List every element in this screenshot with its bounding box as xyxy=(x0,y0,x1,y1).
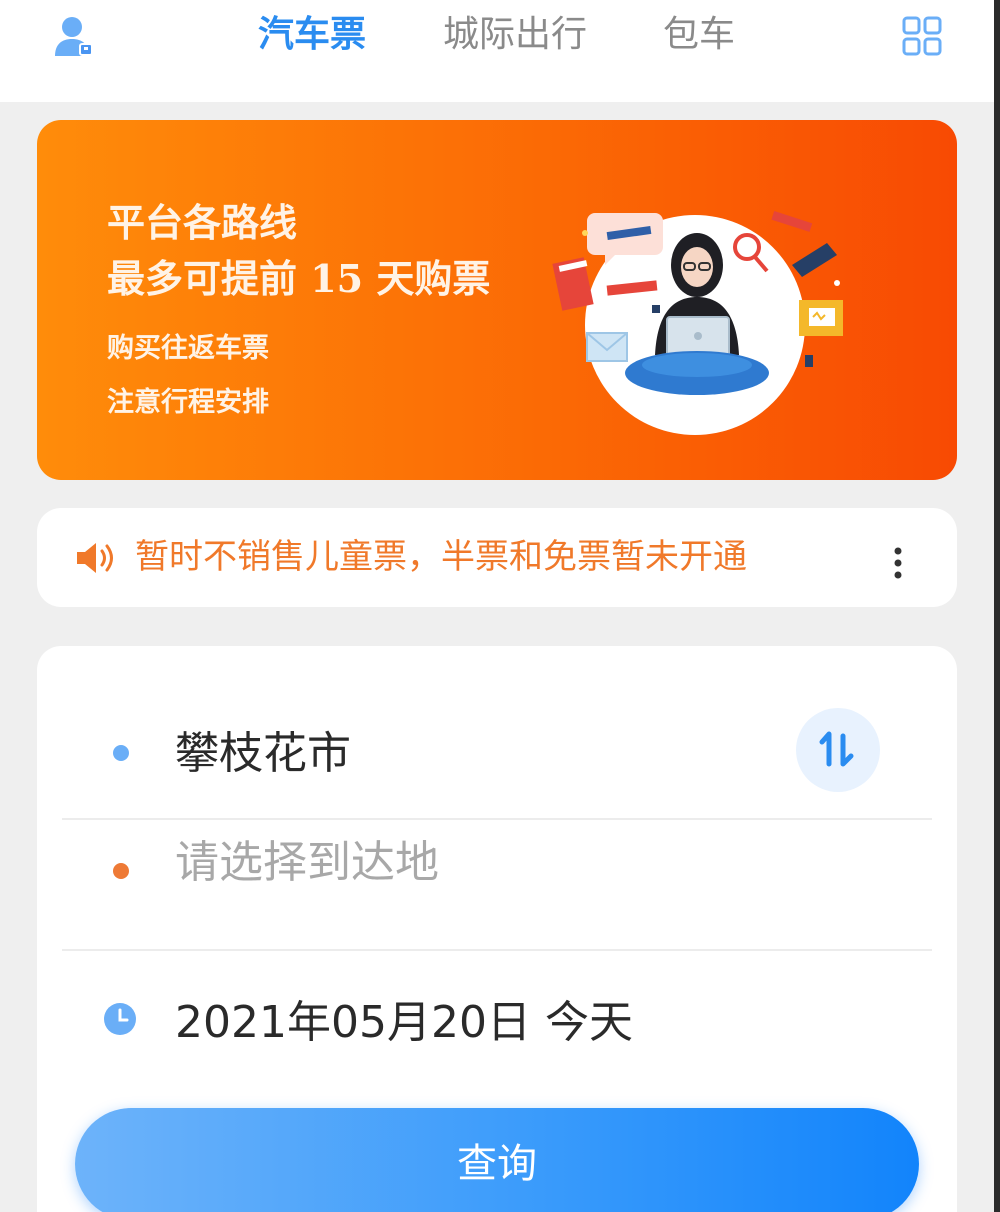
date-value: 2021年05月20日 今天 xyxy=(175,997,633,1048)
divider xyxy=(62,818,932,820)
tab-intercity-travel[interactable]: 城际出行 xyxy=(443,10,587,60)
top-nav-bar: 汽车票 城际出行 包车 xyxy=(0,0,994,102)
swap-button[interactable] xyxy=(796,708,880,792)
notice-text: 暂时不销售儿童票，半票和免票暂未开通 xyxy=(135,537,747,577)
tab-charter[interactable]: 包车 xyxy=(663,10,735,60)
banner-headline-2: 最多可提前 15 天购票 xyxy=(107,256,491,301)
ticket-search-form: 攀枝花市 请选择到达地 2021年05月20日 今天 查询 xyxy=(37,646,957,1212)
banner-subline-2: 注意行程安排 xyxy=(107,387,269,418)
notice-bar: 暂时不销售儿童票，半票和免票暂未开通 xyxy=(37,508,957,607)
departure-dot-icon xyxy=(113,745,129,761)
speaker-icon xyxy=(77,543,113,573)
student-illustration xyxy=(552,211,843,435)
query-button[interactable]: 查询 xyxy=(75,1108,919,1212)
date-field[interactable]: 2021年05月20日 今天 xyxy=(62,955,932,1085)
banner-headline-1: 平台各路线 xyxy=(107,200,298,245)
destination-placeholder: 请选择到达地 xyxy=(175,837,439,888)
clock-icon xyxy=(104,1003,136,1035)
destination-field[interactable]: 请选择到达地 xyxy=(62,823,932,953)
departure-value: 攀枝花市 xyxy=(175,728,351,779)
more-vertical-icon[interactable] xyxy=(888,544,908,582)
promo-banner[interactable]: 平台各路线 最多可提前 15 天购票 购买往返车票 注意行程安排 xyxy=(37,120,957,480)
grid-menu-icon[interactable] xyxy=(902,16,942,56)
destination-dot-icon xyxy=(113,863,129,879)
divider xyxy=(62,949,932,951)
banner-subline-1: 购买往返车票 xyxy=(107,333,269,364)
user-icon[interactable] xyxy=(52,14,96,58)
swap-icon xyxy=(819,731,854,767)
window-edge xyxy=(994,0,1000,1212)
tab-bus-ticket[interactable]: 汽车票 xyxy=(258,10,366,60)
